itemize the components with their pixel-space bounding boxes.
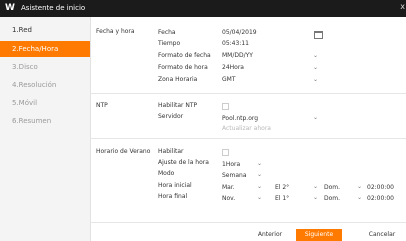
modo-select[interactable]: Semana (222, 170, 247, 181)
final-mes-select[interactable]: Nov. (222, 193, 235, 204)
tiempo-label: Tiempo (158, 40, 181, 47)
chevron-down-icon[interactable]: ⌄ (313, 74, 318, 85)
chevron-down-icon[interactable]: ⌄ (357, 192, 362, 203)
sidebar-item-red[interactable]: 1.Red (0, 22, 90, 38)
formato-fecha-label: Formato de fecha (158, 52, 211, 59)
chevron-down-icon[interactable]: ⌄ (313, 50, 318, 61)
sidebar-item-disco[interactable]: 3.Disco (0, 59, 90, 75)
sidebar-item-resumen[interactable]: 6.Resumen (0, 113, 90, 129)
sidebar-item-fecha-hora[interactable]: 2.Fecha/Hora (0, 41, 90, 57)
fecha-label: Fecha (158, 29, 176, 36)
divider (91, 222, 406, 223)
chevron-down-icon[interactable]: ⌄ (313, 112, 318, 123)
chevron-down-icon[interactable]: ⌄ (357, 181, 362, 192)
cancelar-button[interactable]: Cancelar (362, 229, 402, 241)
main-content: Fecha y hora Fecha 05/04/2019 Tiempo 05:… (91, 17, 406, 241)
servidor-label: Servidor (158, 113, 184, 120)
formato-fecha-select[interactable]: MM/DD/YY (222, 50, 253, 61)
habilitar-ntp-checkbox[interactable] (222, 103, 229, 110)
ajuste-hora-label: Ajuste de la hora (158, 159, 209, 166)
chevron-down-icon[interactable]: ⌄ (313, 192, 318, 203)
inicial-dia-select[interactable]: Dom. (324, 182, 340, 193)
modo-label: Modo (158, 170, 175, 177)
chevron-down-icon[interactable]: ⌄ (257, 181, 262, 192)
habilitar-verano-label: Habilitar (158, 148, 184, 155)
window-title: Asistente de inicio (21, 4, 86, 12)
chevron-down-icon[interactable]: ⌄ (313, 181, 318, 192)
inicial-mes-select[interactable]: Mar. (222, 182, 235, 193)
habilitar-ntp-label: Habilitar NTP (158, 102, 198, 109)
divider (91, 93, 406, 94)
close-icon[interactable]: x (400, 2, 405, 11)
chevron-down-icon[interactable]: ⌄ (257, 158, 262, 169)
fecha-input[interactable]: 05/04/2019 (222, 27, 257, 38)
title-bar: W Asistente de inicio x (0, 0, 406, 17)
section-ntp: NTP (96, 102, 108, 109)
section-fecha-hora: Fecha y hora (96, 28, 135, 35)
final-semana-select[interactable]: El 1° (275, 193, 289, 204)
section-horario-verano: Horario de Verano (96, 148, 151, 155)
zona-horaria-select[interactable]: GMT (222, 74, 236, 85)
wizard-sidebar: 1.Red 2.Fecha/Hora 3.Disco 4.Resolución … (0, 17, 91, 241)
hora-final-label: Hora final (158, 193, 188, 200)
chevron-down-icon[interactable]: ⌄ (313, 62, 318, 73)
anterior-button[interactable]: Anterior (250, 229, 290, 241)
inicial-semana-select[interactable]: El 2° (275, 182, 289, 193)
ajuste-hora-select[interactable]: 1Hora (222, 159, 240, 170)
final-hora-input[interactable]: 02:00:00 (367, 193, 394, 204)
divider (91, 138, 406, 139)
sidebar-item-movil[interactable]: 5.Móvil (0, 95, 90, 111)
siguiente-button[interactable]: Siguiente (296, 229, 342, 241)
chevron-down-icon[interactable]: ⌄ (257, 192, 262, 203)
hora-inicial-label: Hora inicial (158, 182, 192, 189)
zona-horaria-label: Zona Horaria (158, 76, 198, 83)
formato-hora-label: Formato de hora (158, 64, 208, 71)
chevron-down-icon[interactable]: ⌄ (257, 169, 262, 180)
formato-hora-select[interactable]: 24Hora (222, 62, 244, 73)
sidebar-item-resolucion[interactable]: 4.Resolución (0, 77, 90, 93)
final-dia-select[interactable]: Dom. (324, 193, 340, 204)
actualizar-ahora-link[interactable]: Actualizar ahora (222, 123, 271, 134)
tiempo-input[interactable]: 05:43:11 (222, 38, 249, 49)
calendar-icon[interactable] (314, 31, 323, 39)
habilitar-verano-checkbox[interactable] (222, 149, 229, 156)
inicial-hora-input[interactable]: 02:00:00 (367, 182, 394, 193)
app-logo: W (5, 3, 15, 13)
